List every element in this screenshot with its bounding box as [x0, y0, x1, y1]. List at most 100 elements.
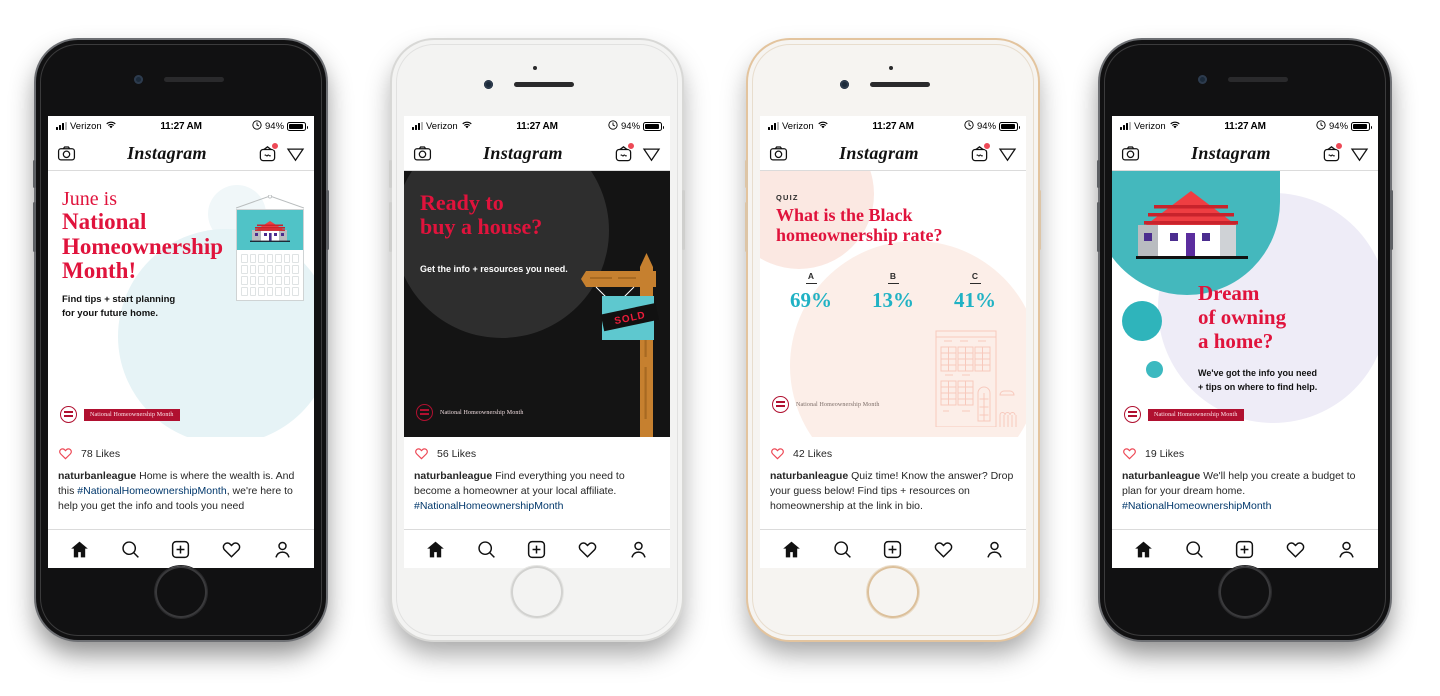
camera-icon-1[interactable] — [57, 144, 76, 163]
caption-username-2[interactable]: naturbanleague — [414, 470, 492, 482]
paper-plane-icon-4[interactable] — [1350, 144, 1369, 163]
like-heart-icon-4[interactable] — [1122, 446, 1137, 461]
activity-heart-icon-4[interactable] — [1285, 539, 1306, 560]
tab-bar-1 — [48, 529, 314, 568]
caption-username-3[interactable]: naturbanleague — [770, 470, 848, 482]
home-button-2[interactable] — [511, 566, 563, 618]
earpiece-speaker-1 — [164, 77, 224, 82]
calendar-body — [236, 209, 304, 301]
caption-username-4[interactable]: naturbanleague — [1122, 470, 1200, 482]
calendar-hanger — [236, 193, 304, 209]
instagram-header-3: Instagram — [760, 136, 1026, 171]
quiz-option-b[interactable]: B 13% — [872, 271, 914, 313]
battery-icon-1 — [287, 121, 309, 131]
instagram-header-2: Instagram — [404, 136, 670, 171]
battery-percent-label-3: 94% — [977, 120, 997, 132]
earpiece-speaker-4 — [1228, 77, 1288, 82]
like-heart-icon-1[interactable] — [58, 446, 73, 461]
volume-down-button-2[interactable] — [389, 202, 392, 252]
power-button-1[interactable] — [326, 190, 329, 250]
activity-heart-icon-3[interactable] — [933, 539, 954, 560]
volume-down-button-4[interactable] — [1097, 202, 1100, 252]
like-heart-icon-2[interactable] — [414, 446, 429, 461]
phone-mockup-stage: Verizon 11:27 AM 94% Instagram June is N… — [0, 0, 1440, 696]
power-button-4[interactable] — [1390, 190, 1393, 250]
caption-hashtag-4[interactable]: #NationalHomeownershipMonth — [1122, 500, 1271, 512]
home-button-4[interactable] — [1219, 566, 1271, 618]
activity-heart-icon-1[interactable] — [221, 539, 242, 560]
profile-icon-1[interactable] — [272, 539, 293, 560]
profile-icon-2[interactable] — [628, 539, 649, 560]
headline-line-1d: Month! — [62, 257, 137, 283]
quiz-option-a[interactable]: A 69% — [790, 271, 832, 313]
post-subhead-4: We've got the info you need + tips on wh… — [1198, 367, 1358, 394]
add-post-icon-1[interactable] — [170, 539, 191, 560]
paper-plane-icon-3[interactable] — [998, 144, 1017, 163]
home-icon-4[interactable] — [1133, 539, 1154, 560]
signal-bars-icon-2 — [412, 122, 423, 130]
post-image-2[interactable]: Ready to buy a house? Get the info + res… — [404, 171, 670, 437]
subhead-line-4b: + tips on where to find help. — [1198, 381, 1318, 392]
volume-up-button-4[interactable] — [1097, 160, 1100, 188]
home-button-3[interactable] — [867, 566, 919, 618]
volume-down-button-3[interactable] — [745, 202, 748, 252]
power-button-3[interactable] — [1038, 190, 1041, 250]
notification-badge-2 — [627, 141, 635, 150]
volume-up-button-2[interactable] — [389, 160, 392, 188]
volume-down-button-1[interactable] — [33, 202, 36, 252]
power-button-2[interactable] — [682, 190, 685, 250]
igtv-icon-4[interactable] — [1322, 141, 1343, 163]
earpiece-speaker-3 — [870, 82, 930, 87]
activity-heart-icon-2[interactable] — [577, 539, 598, 560]
post-headline-3: What is the Black homeownership rate? — [776, 205, 1006, 245]
phone-device-2: Verizon 11:27 AM 94% Instagram Ready to … — [389, 40, 685, 640]
camera-icon-3[interactable] — [769, 144, 788, 163]
profile-icon-4[interactable] — [1336, 539, 1357, 560]
nhm-badge-label-1: National Homeownership Month — [84, 408, 180, 421]
caption-username-1[interactable]: naturbanleague — [58, 470, 136, 482]
volume-up-button-1[interactable] — [33, 160, 36, 188]
carrier-label-4: Verizon — [1134, 120, 1166, 132]
post-image-1[interactable]: June is National Homeownership Month! Fi… — [48, 171, 314, 437]
post-image-4[interactable]: Dream of owning a home? We've got the in… — [1112, 171, 1378, 437]
like-heart-icon-3[interactable] — [770, 446, 785, 461]
igtv-icon-1[interactable] — [258, 141, 279, 163]
post-image-3[interactable]: QUIZ What is the Black homeownership rat… — [760, 171, 1026, 437]
post-subhead-1: Find tips + start planning for your futu… — [62, 293, 212, 321]
paper-plane-icon-2[interactable] — [642, 144, 661, 163]
nhm-badge-label-2: National Homeownership Month — [440, 409, 524, 416]
instagram-wordmark-2: Instagram — [483, 142, 563, 163]
volume-up-button-3[interactable] — [745, 160, 748, 188]
home-icon-2[interactable] — [425, 539, 446, 560]
add-post-icon-2[interactable] — [526, 539, 547, 560]
front-camera-icon-2 — [484, 80, 493, 89]
home-icon-3[interactable] — [781, 539, 802, 560]
paper-plane-icon-1[interactable] — [286, 144, 305, 163]
post-kicker-3: QUIZ — [776, 193, 799, 202]
battery-percent-label-1: 94% — [265, 120, 285, 132]
profile-icon-3[interactable] — [984, 539, 1005, 560]
add-post-icon-3[interactable] — [882, 539, 903, 560]
home-button-1[interactable] — [155, 566, 207, 618]
igtv-icon-3[interactable] — [970, 141, 991, 163]
calendar-with-house-icon — [236, 193, 304, 301]
carrier-label-3: Verizon — [782, 120, 814, 132]
camera-icon-4[interactable] — [1121, 144, 1140, 163]
search-icon-4[interactable] — [1184, 539, 1205, 560]
caption-hashtag-1[interactable]: #NationalHomeownershipMonth — [77, 485, 226, 497]
quiz-option-c[interactable]: C 41% — [954, 271, 996, 313]
search-icon-2[interactable] — [476, 539, 497, 560]
nhm-badge-4: National Homeownership Month — [1124, 406, 1244, 423]
status-bar-4: Verizon 11:27 AM 94% — [1112, 116, 1378, 136]
quiz-option-a-value: 69% — [790, 288, 832, 313]
home-icon-1[interactable] — [69, 539, 90, 560]
quiz-option-b-letter: B — [889, 271, 897, 281]
search-icon-1[interactable] — [120, 539, 141, 560]
igtv-icon-2[interactable] — [614, 141, 635, 163]
headline-line-4b: of owning — [1198, 305, 1287, 330]
headline-line-3b: homeownership rate? — [776, 225, 943, 246]
search-icon-3[interactable] — [832, 539, 853, 560]
caption-hashtag-2[interactable]: #NationalHomeownershipMonth — [414, 500, 563, 512]
add-post-icon-4[interactable] — [1234, 539, 1255, 560]
camera-icon-2[interactable] — [413, 144, 432, 163]
